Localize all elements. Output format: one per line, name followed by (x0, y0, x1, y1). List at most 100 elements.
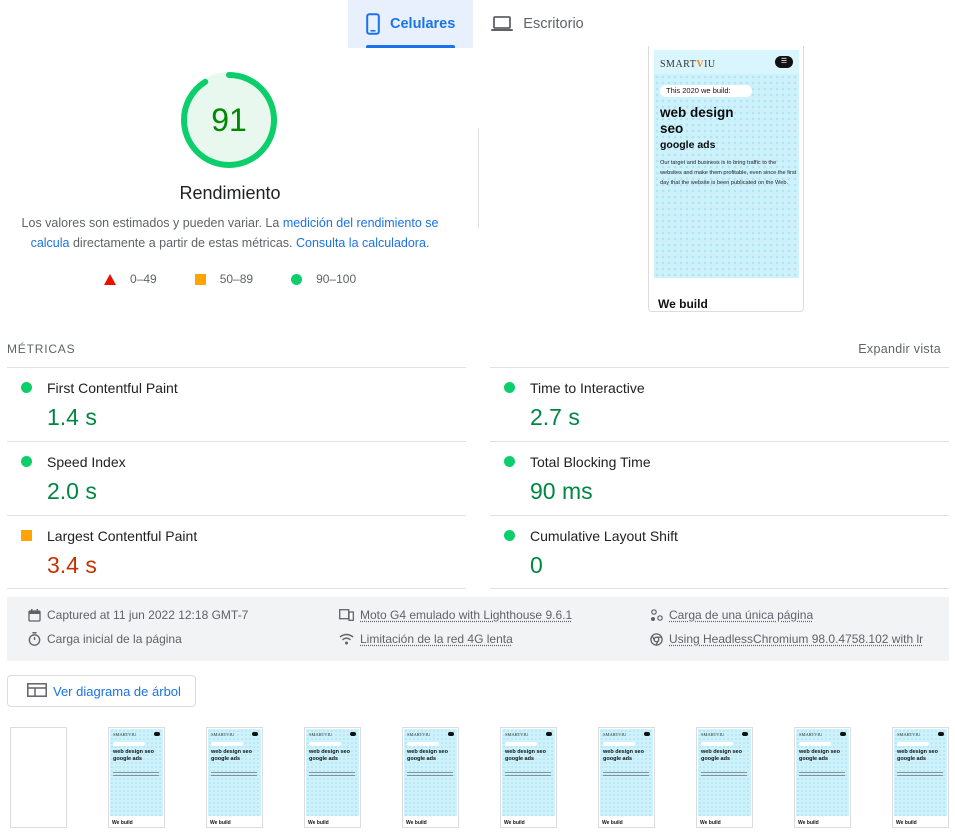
frame-title: web design seo google ads (701, 749, 742, 762)
treemap-icon (27, 682, 47, 700)
desc-text-2: directamente a partir de estas métricas. (69, 236, 296, 250)
screenshot-pill: This 2020 we build: (660, 85, 752, 97)
frame-menu (154, 732, 160, 736)
metric-name: First Contentful Paint (47, 380, 178, 396)
desc-text-1: Los valores son estimados y pueden varia… (21, 216, 283, 230)
desc-text-3: . (425, 236, 430, 250)
runtime-settings: Captured at 11 jun 2022 12:18 GMT-7 Carg… (7, 597, 949, 661)
frame-title: web design seo google ads (407, 749, 448, 762)
mobile-icon (366, 13, 380, 35)
frame-title: web design seo google ads (211, 749, 252, 762)
frame-logo: SMARTVIU (113, 732, 137, 737)
filmstrip-frame: SMARTVIU web design seo google ads We buil… (598, 727, 655, 828)
filmstrip-frame: SMARTVIU web design seo google ads We buil… (892, 727, 949, 828)
frame-page: SMARTVIU web design seo google ads (796, 729, 849, 816)
metric-name: Largest Contentful Paint (47, 528, 198, 544)
frame-logo: SMARTVIU (407, 732, 431, 737)
frame-title: web design seo google ads (309, 749, 350, 762)
frame-title: web design seo google ads (113, 749, 154, 762)
frame-text-lines (505, 772, 551, 778)
circle-icon (291, 273, 303, 285)
screenshot-heading: web design seo (660, 105, 734, 137)
frame-bottom: We build (602, 820, 623, 826)
average-indicator-icon (21, 530, 32, 541)
frame-bottom: We build (210, 820, 231, 826)
metric-lcp[interactable]: Largest Contentful Paint 3.4 s (7, 515, 466, 589)
metric-value: 3.4 s (47, 552, 97, 578)
frame-menu (938, 732, 944, 736)
frame-text-lines (799, 772, 845, 778)
legend-average-label: 50–89 (219, 272, 254, 286)
frame-logo: SMARTVIU (309, 732, 333, 737)
calendar-icon (28, 608, 41, 622)
frame-title: web design seo google ads (603, 749, 644, 762)
legend-pass: 90–100 (291, 272, 356, 286)
metric-cls[interactable]: Cumulative Layout Shift 0 (490, 515, 949, 589)
pass-indicator-icon (21, 456, 32, 467)
screenshot-paragraph: Our target and business is to bring traf… (660, 160, 797, 186)
metric-name: Speed Index (47, 454, 126, 470)
frame-logo: SMARTVIU (799, 732, 823, 737)
view-treemap-button[interactable]: Ver diagrama de árbol (7, 675, 196, 707)
tab-desktop[interactable]: Escritorio (473, 0, 601, 48)
frame-title: web design seo google ads (505, 749, 546, 762)
metric-name: Time to Interactive (530, 380, 645, 396)
network-throttling-text: Limitación de la red 4G lenta (360, 632, 513, 646)
calculator-link[interactable]: Consulta la calculadora (296, 236, 426, 250)
performance-title: Rendimiento (179, 183, 281, 203)
performance-score: 91 (211, 101, 247, 138)
frame-menu (448, 732, 454, 736)
logo-part-b: IU (704, 59, 716, 70)
metric-value: 90 ms (530, 478, 593, 504)
filmstrip-frame: SMARTVIU web design seo google ads We buil… (696, 727, 753, 828)
metric-value: 2.0 s (47, 478, 97, 504)
frame-text-lines (701, 772, 747, 778)
frame-text-lines (897, 772, 943, 778)
metric-tbt[interactable]: Total Blocking Time 90 ms (490, 441, 949, 515)
expand-view-button[interactable]: Expandir vista (858, 342, 941, 356)
heading-line-1: web design (660, 105, 734, 120)
metric-value: 0 (530, 552, 543, 578)
frame-page: SMARTVIU web design seo google ads (698, 729, 751, 816)
filmstrip-frame: SMARTVIU web design seo google ads We buil… (794, 727, 851, 828)
screenshot-logo: SMARTVIU (660, 59, 716, 70)
metric-value: 2.7 s (530, 404, 580, 430)
frame-text-lines (407, 772, 453, 778)
hamburger-icon: ☰ (775, 56, 793, 68)
metric-fcp[interactable]: First Contentful Paint 1.4 s (7, 367, 466, 441)
metric-speed-index[interactable]: Speed Index 2.0 s (7, 441, 466, 515)
pass-indicator-icon (504, 456, 515, 467)
frame-page: SMARTVIU web design seo google ads (208, 729, 261, 816)
pass-indicator-icon (21, 382, 32, 393)
score-legend: 0–49 50–89 90–100 (104, 272, 394, 286)
frame-text-lines (211, 772, 257, 778)
metric-name: Total Blocking Time (530, 454, 651, 470)
initial-load-text: Carga inicial de la página (47, 632, 182, 646)
filmstrip-frame: SMARTVIU web design seo google ads We buil… (304, 727, 361, 828)
pass-indicator-icon (504, 530, 515, 541)
frame-pill (603, 742, 635, 746)
tab-mobile[interactable]: Celulares (348, 0, 474, 48)
device-tabs: Celulares Escritorio (348, 0, 602, 48)
browser-version[interactable]: Using HeadlessChromium 98.0.4758.102 wit… (650, 632, 923, 646)
frame-menu (350, 732, 356, 736)
frame-page: SMARTVIU web design seo google ads (110, 729, 163, 816)
filmstrip-frame: SMARTVIU web design seo google ads We buil… (206, 727, 263, 828)
single-page-load[interactable]: Carga de una única página (650, 608, 813, 622)
device-emulation[interactable]: Moto G4 emulado with Lighthouse 9.6.1 (339, 608, 572, 622)
final-screenshot[interactable]: SMARTVIU ☰ This 2020 we build: web desig… (648, 46, 804, 312)
frame-bottom: We build (112, 820, 133, 826)
metric-tti[interactable]: Time to Interactive 2.7 s (490, 367, 949, 441)
frame-title: web design seo google ads (799, 749, 840, 762)
frame-pill (407, 742, 439, 746)
filmstrip-frame: SMARTVIU web design seo google ads We buil… (500, 727, 557, 828)
frame-bottom: We build (896, 820, 917, 826)
network-throttling[interactable]: Limitación de la red 4G lenta (339, 632, 513, 646)
filmstrip-frame: SMARTVIU web design seo google ads We buil… (108, 727, 165, 828)
frame-menu (742, 732, 748, 736)
nodes-icon (650, 608, 663, 622)
frame-menu (840, 732, 846, 736)
screenshot-subheading: google ads (660, 139, 716, 151)
legend-average: 50–89 (194, 272, 254, 286)
frame-logo: SMARTVIU (701, 732, 725, 737)
